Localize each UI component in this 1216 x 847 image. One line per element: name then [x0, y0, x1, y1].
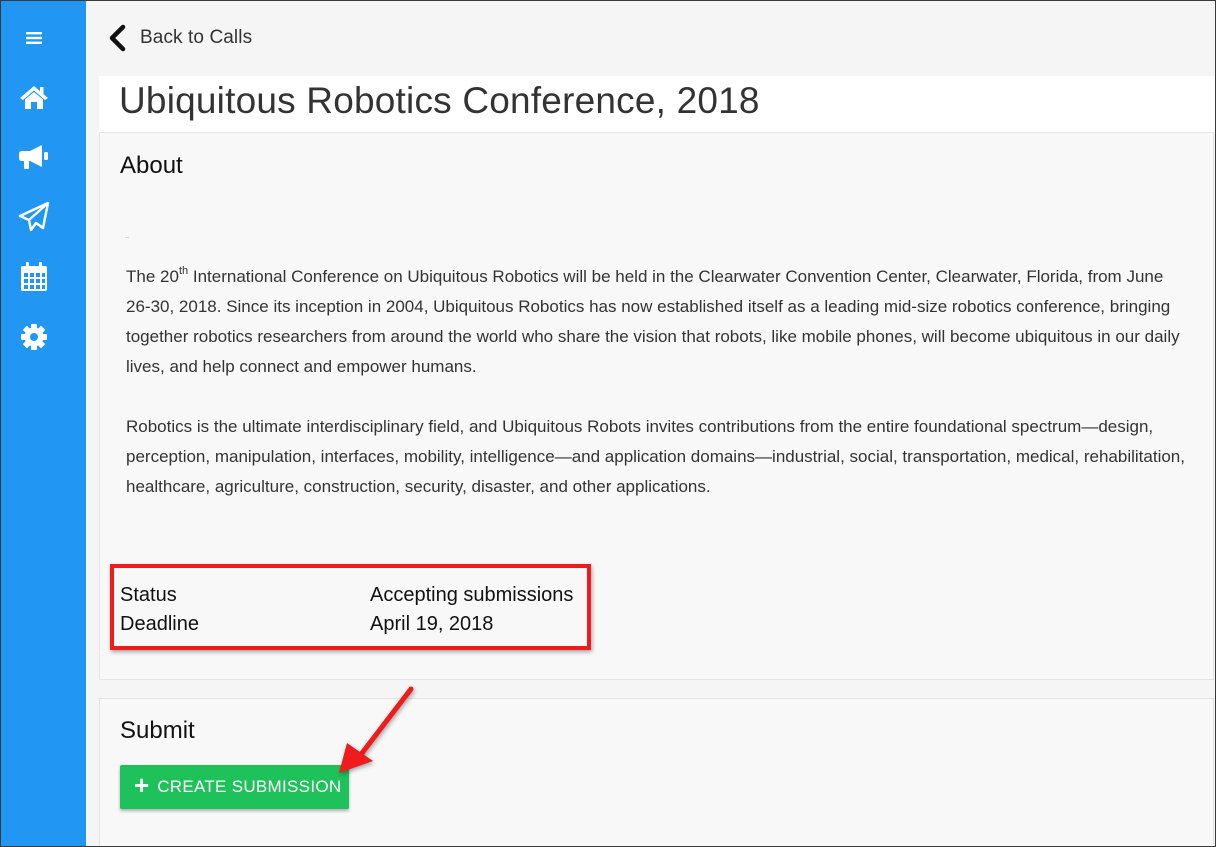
about-text: International Conference on Ubiquitous R…: [126, 267, 1180, 376]
deadline-label: Deadline: [120, 613, 199, 635]
back-to-calls-link[interactable]: Back to Calls: [107, 21, 252, 55]
back-label: Back to Calls: [140, 27, 253, 48]
create-submission-label: CREATE SUBMISSION: [157, 777, 342, 796]
menu-icon: [26, 32, 42, 44]
deadline-value: April 19, 2018: [370, 613, 494, 635]
title-bar: Ubiquitous Robotics Conference, 2018: [99, 76, 1215, 132]
paper-plane-icon: [18, 201, 50, 232]
status-value: Accepting submissions: [370, 584, 574, 606]
gear-icon: [21, 324, 47, 350]
page-title: Ubiquitous Robotics Conference, 2018: [119, 80, 760, 121]
chevron-left-icon: [107, 21, 133, 55]
plus-icon: +: [134, 770, 150, 800]
submit-card: Submit + CREATE SUBMISSION: [99, 698, 1214, 846]
ordinal-suffix: th: [178, 265, 189, 278]
calendar-icon: [21, 262, 47, 291]
sidebar-item-submissions[interactable]: [14, 197, 54, 237]
divider: [125, 237, 129, 238]
about-text: The 20: [126, 267, 179, 286]
sidebar: [1, 1, 86, 846]
status-label: Status: [120, 584, 177, 606]
sidebar-item-home[interactable]: [14, 77, 54, 117]
about-paragraph-2: Robotics is the ultimate interdisciplina…: [126, 417, 1185, 496]
create-submission-button[interactable]: + CREATE SUBMISSION: [120, 765, 349, 809]
about-heading: About: [120, 152, 183, 179]
menu-button[interactable]: [14, 18, 54, 58]
home-icon: [20, 86, 48, 109]
about-paragraph-1: The 20th International Conference on Ubi…: [126, 262, 1191, 382]
app-window: Back to Calls Ubiquitous Robotics Confer…: [0, 0, 1216, 847]
annotation-arrow-icon: [339, 686, 414, 773]
submit-heading: Submit: [120, 717, 195, 744]
sidebar-item-calendar[interactable]: [14, 257, 54, 297]
sidebar-item-calls[interactable]: [14, 137, 54, 177]
sidebar-item-settings[interactable]: [14, 317, 54, 357]
megaphone-icon: [19, 145, 48, 169]
status-deadline-highlight: Status Accepting submissions Deadline Ap…: [110, 564, 591, 650]
